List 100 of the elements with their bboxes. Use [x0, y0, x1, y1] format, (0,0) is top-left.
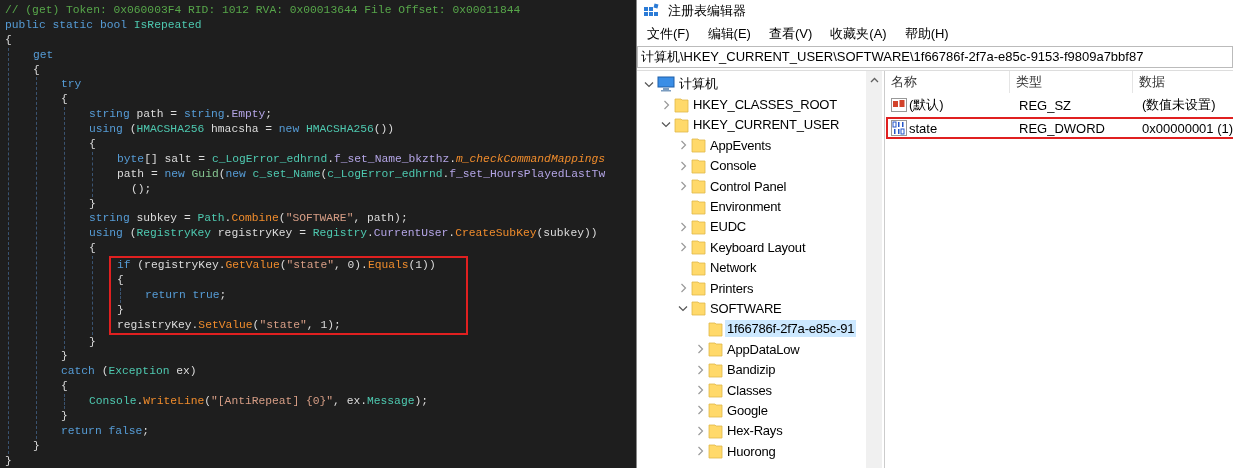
folder-icon: [674, 96, 689, 113]
folder-icon: [708, 361, 723, 378]
code-line: using (RegistryKey registryKey = Registry.CurrentUser.CreateSubKey(subkey)): [89, 226, 598, 242]
code-line: {: [89, 137, 96, 152]
tree-item[interactable]: HKEY_CLASSES_ROOT: [691, 96, 839, 114]
address-bar[interactable]: 计算机\HKEY_CURRENT_USER\SOFTWARE\1f66786f-2f7a-e85c-9153-f9809a7bbf87: [637, 46, 1233, 68]
tree-item[interactable]: Keyboard Layout: [708, 238, 808, 256]
tree-item[interactable]: Google: [725, 401, 770, 419]
scrollbar[interactable]: [866, 71, 882, 468]
chevron-right-icon[interactable]: [679, 140, 687, 151]
code-line: {: [89, 241, 96, 257]
tree-item[interactable]: SOFTWARE: [708, 300, 784, 317]
menu-item[interactable]: 文件(F): [639, 23, 698, 45]
code-line: path = new Guid(new c_set_Name(c_LogError_edhrnd.f_set_HoursPlayedLastTw: [117, 166, 606, 182]
column-header[interactable]: 名称: [885, 71, 1010, 93]
folder-icon: [708, 320, 723, 337]
chevron-right-icon[interactable]: [662, 99, 670, 110]
code-line: }: [61, 409, 68, 424]
tree-item[interactable]: 计算机: [677, 74, 720, 95]
menu-item[interactable]: 编辑(E): [699, 23, 759, 45]
code-line: try: [61, 77, 82, 93]
column-header[interactable]: 类型: [1010, 71, 1133, 93]
folder-icon: [691, 137, 706, 154]
tree-item[interactable]: Classes: [725, 381, 774, 399]
value-type: REG_DWORD: [1018, 120, 1106, 136]
code-line: string subkey = Path.Combine("SOFTWARE", path);: [89, 211, 408, 227]
code-line: catch (Exception ex): [61, 364, 197, 380]
code-line: using (HMACSHA256 hmacsha = new HMACSHA256()): [89, 122, 395, 137]
code-line: }: [89, 196, 96, 212]
chevron-right-icon[interactable]: [679, 160, 687, 171]
tree-item[interactable]: Hex-Rays: [725, 422, 785, 440]
folder-icon: [708, 341, 723, 358]
folder-icon: [691, 198, 706, 215]
chevron-right-icon[interactable]: [696, 385, 704, 396]
folder-icon: [691, 178, 706, 195]
tree-item[interactable]: Huorong: [725, 442, 778, 460]
menu-item[interactable]: 帮助(H): [896, 23, 957, 45]
folder-icon: [708, 402, 723, 419]
computer-icon: [657, 76, 675, 93]
string-value-icon: [891, 97, 907, 113]
code-line: }: [89, 334, 96, 350]
tree-item[interactable]: EUDC: [708, 218, 749, 236]
folder-icon: [691, 239, 706, 256]
tree-item[interactable]: 1f66786f-2f7a-e85c-91: [725, 320, 857, 338]
chevron-right-icon[interactable]: [696, 364, 704, 375]
menu-item[interactable]: 查看(V): [760, 23, 821, 45]
chevron-right-icon[interactable]: [696, 405, 704, 416]
code-line: {: [117, 273, 124, 288]
code-line: }: [5, 453, 12, 468]
tree-item[interactable]: Environment: [708, 198, 783, 216]
code-line: if (registryKey.GetValue("state", 0).Equals(1)): [117, 258, 436, 274]
code-line: byte[] salt = c_LogError_edhrnd.f_set_Name_bkzthz.m_checkCommandMappings: [117, 151, 606, 167]
value-data: 0x00000001 (1): [1141, 120, 1233, 136]
tree-item[interactable]: Console: [708, 157, 759, 175]
value-name[interactable]: (默认): [909, 96, 944, 114]
binary-value-icon: [891, 120, 907, 136]
tree-item[interactable]: AppDataLow: [725, 340, 802, 358]
folder-icon: [708, 443, 723, 460]
value-data: (数值未设置): [1141, 96, 1217, 114]
code-line: public static bool IsRepeated: [5, 17, 202, 33]
tree-item[interactable]: AppEvents: [708, 136, 774, 154]
chevron-down-icon[interactable]: [678, 305, 688, 312]
tree-item[interactable]: HKEY_CURRENT_USER: [691, 116, 842, 134]
chevron-right-icon[interactable]: [696, 344, 704, 355]
code-line: get: [33, 47, 54, 63]
folder-icon: [691, 259, 706, 276]
chevron-right-icon[interactable]: [679, 242, 687, 253]
tree-item[interactable]: Bandizip: [725, 361, 778, 379]
folder-icon: [708, 382, 723, 399]
folder-icon: [691, 218, 706, 235]
chevron-right-icon[interactable]: [679, 283, 687, 294]
tree-item[interactable]: Network: [708, 259, 759, 277]
folder-icon: [674, 116, 689, 133]
caret-up-icon[interactable]: [869, 77, 879, 83]
code-line: string path = string.Empty;: [89, 107, 273, 123]
chevron-down-icon[interactable]: [661, 121, 671, 129]
column-header[interactable]: 数据: [1133, 71, 1233, 93]
code-line: {: [33, 62, 40, 78]
value-name[interactable]: state: [909, 120, 938, 136]
chevron-down-icon[interactable]: [644, 80, 654, 88]
code-line: ();: [131, 181, 152, 197]
code-line: }: [117, 302, 124, 318]
folder-icon: [691, 300, 706, 317]
chevron-right-icon[interactable]: [696, 425, 704, 436]
chevron-right-icon[interactable]: [679, 181, 687, 192]
chevron-right-icon[interactable]: [696, 446, 704, 457]
code-line: registryKey.SetValue("state", 1);: [117, 317, 341, 333]
code-line: }: [61, 349, 68, 365]
code-line: // (get) Token: 0x060003F4 RID: 1012 RVA: 0x00013644 File Offset: 0x00011844: [5, 3, 521, 18]
folder-icon: [691, 157, 706, 174]
tree-item[interactable]: Control Panel: [708, 177, 789, 195]
code-line: {: [5, 32, 12, 48]
menu-item[interactable]: 收藏夹(A): [822, 23, 895, 45]
chevron-right-icon[interactable]: [679, 221, 687, 232]
value-type: REG_SZ: [1018, 97, 1072, 113]
tree-item[interactable]: Printers: [708, 279, 756, 297]
code-line: return false;: [61, 423, 150, 439]
code-line: Console.WriteLine("[AntiRepeat] {0}", ex.Message);: [89, 394, 428, 410]
code-line: }: [33, 438, 40, 454]
code-line: return true;: [145, 287, 227, 303]
